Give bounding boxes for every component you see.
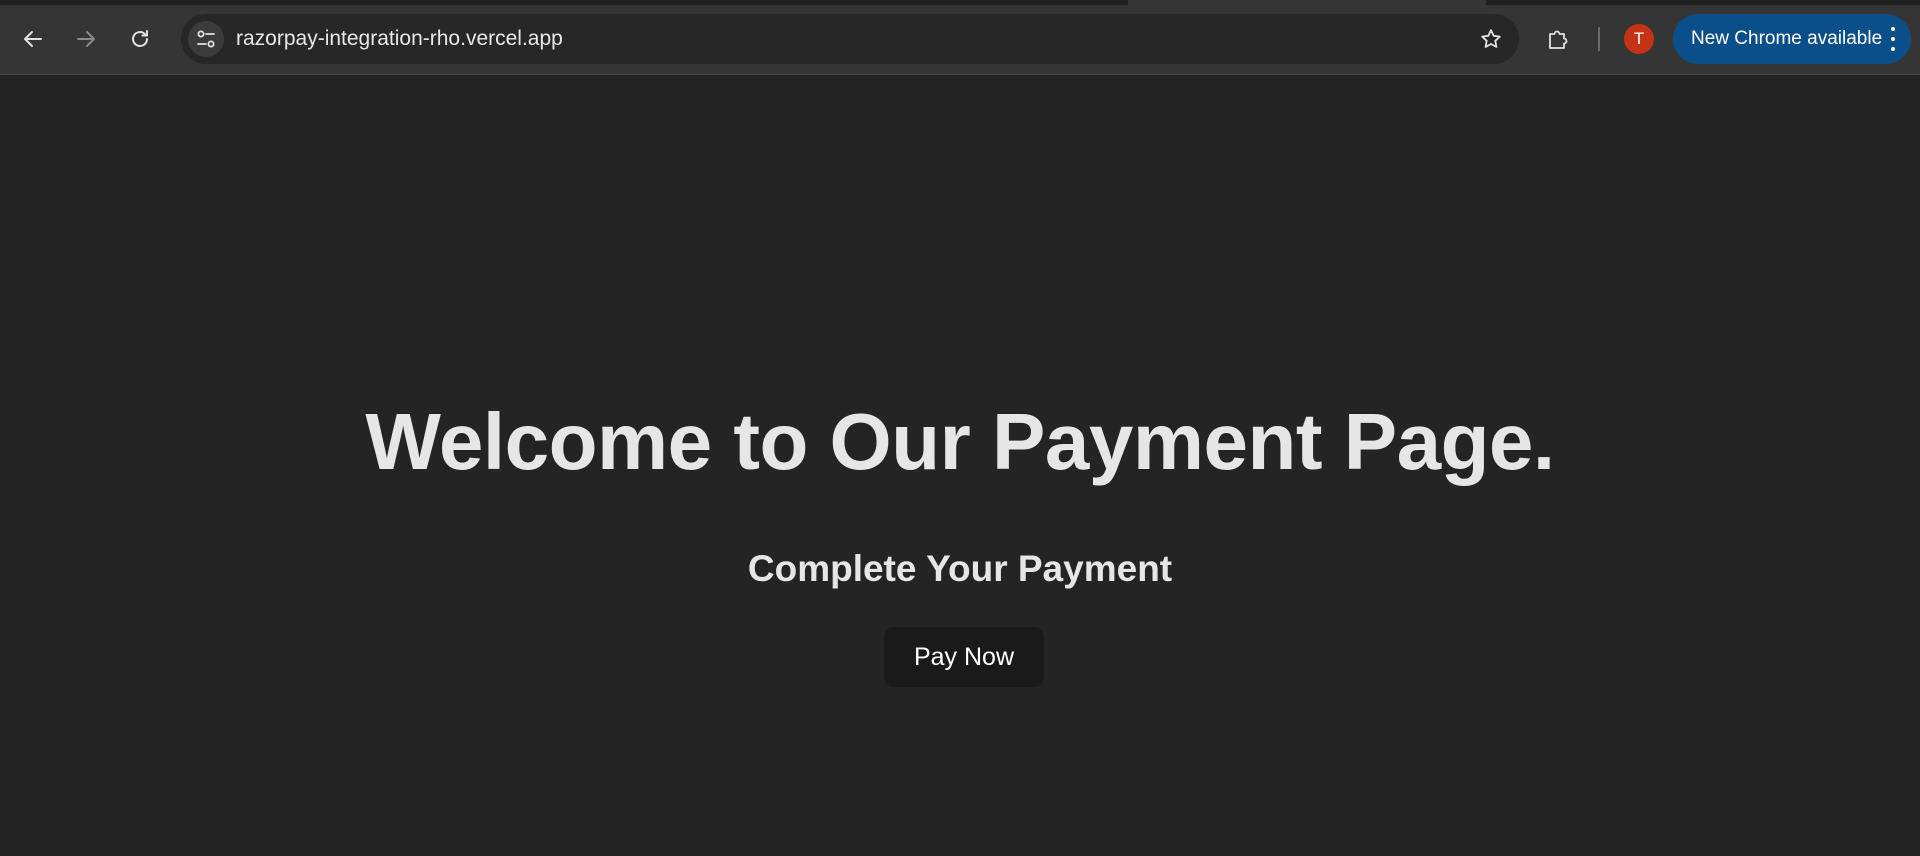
address-bar[interactable]: razorpay-integration-rho.vercel.app (181, 14, 1519, 64)
arrow-left-icon (24, 31, 42, 47)
url-text[interactable]: razorpay-integration-rho.vercel.app (236, 27, 563, 51)
tab-strip-remnant (0, 0, 1128, 5)
puzzle-icon (1549, 30, 1568, 49)
page-content: Welcome to Our Payment Page. Complete Yo… (0, 76, 1920, 856)
browser-toolbar: razorpay-integration-rho.vercel.app T Ne… (0, 0, 1920, 75)
profile-avatar[interactable]: T (1624, 24, 1654, 54)
page-title: Welcome to Our Payment Page. (365, 397, 1555, 486)
star-icon (1481, 29, 1501, 48)
site-info-button[interactable] (188, 21, 224, 57)
new-chrome-available-button[interactable]: New Chrome available (1673, 14, 1911, 64)
avatar-initial: T (1633, 29, 1645, 48)
page-subtitle: Complete Your Payment (747, 548, 1173, 589)
toolbar-divider (1598, 27, 1600, 51)
update-chip-label: New Chrome available (1691, 28, 1883, 49)
extensions-button[interactable] (1538, 19, 1578, 59)
tune-icon (197, 30, 215, 48)
back-button[interactable] (13, 19, 53, 59)
forward-button[interactable] (66, 19, 106, 59)
reload-icon (132, 30, 148, 47)
tab-strip-remnant (1486, 0, 1920, 5)
pay-now-button[interactable]: Pay Now (884, 627, 1044, 687)
arrow-right-icon (77, 31, 95, 47)
reload-button[interactable] (120, 19, 160, 59)
bookmark-button[interactable] (1477, 25, 1505, 53)
kebab-menu-icon[interactable] (1889, 27, 1897, 51)
